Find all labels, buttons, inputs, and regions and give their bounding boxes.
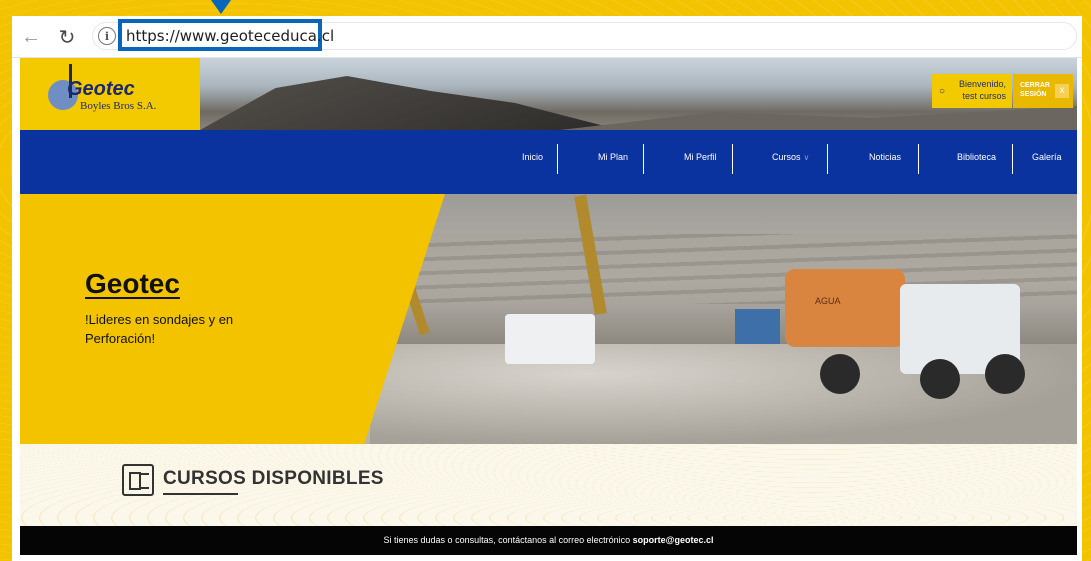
site-logo[interactable]: Geotec Boyles Bros S.A. xyxy=(20,58,200,130)
blue-container xyxy=(735,309,780,344)
footer: Si tienes dudas o consultas, contáctanos… xyxy=(20,526,1077,555)
nav-item-mi-perfil[interactable]: Mi Perfil xyxy=(684,152,717,162)
hero-title: Geotec xyxy=(85,268,180,299)
mountain-graphic xyxy=(200,76,620,130)
nav-item-galeria[interactable]: Galería xyxy=(1032,152,1062,162)
logo-name: Geotec xyxy=(67,78,135,100)
water-tank xyxy=(785,269,905,347)
footer-text: Si tienes dudas o consultas, contáctanos… xyxy=(383,535,633,545)
nav-divider xyxy=(643,144,644,174)
nav-divider xyxy=(732,144,733,174)
nav-item-biblioteca[interactable]: Biblioteca xyxy=(957,152,996,162)
nav-item-inicio[interactable]: Inicio xyxy=(522,152,543,162)
courses-list-icon xyxy=(122,464,154,496)
wheel xyxy=(985,354,1025,394)
nav-item-noticias[interactable]: Noticias xyxy=(869,152,901,162)
chevron-down-icon: ∨ xyxy=(803,153,810,162)
nav-item-mi-plan[interactable]: Mi Plan xyxy=(598,152,628,162)
footer-email[interactable]: soporte@geotec.cl xyxy=(633,535,714,545)
hero-subtitle: !Lideres en sondajes y en Perforación! xyxy=(85,312,234,346)
nav-item-cursos-label: Cursos xyxy=(772,152,801,162)
logout-label: CERRAR SESIÓN xyxy=(1020,82,1050,98)
logo-subtitle: Boyles Bros S.A. xyxy=(80,100,157,112)
wheel xyxy=(920,359,960,399)
main-nav: Inicio Mi Plan Mi Perfil Cursos ∨ Noticia… xyxy=(20,130,1077,194)
pointer-arrow-icon xyxy=(211,0,231,14)
nav-divider xyxy=(557,144,558,174)
close-icon[interactable]: x xyxy=(1055,84,1069,98)
drill-truck xyxy=(505,314,595,364)
user-icon: ○ xyxy=(939,86,946,97)
tank-label: AGUA xyxy=(815,296,841,306)
courses-title: CURSOS DISPONIBLES xyxy=(163,468,384,489)
nav-divider xyxy=(827,144,828,174)
courses-underline xyxy=(163,493,238,495)
nav-divider xyxy=(1012,144,1013,174)
nav-item-cursos[interactable]: Cursos ∨ xyxy=(772,152,809,162)
nav-divider xyxy=(918,144,919,174)
wheel xyxy=(820,354,860,394)
